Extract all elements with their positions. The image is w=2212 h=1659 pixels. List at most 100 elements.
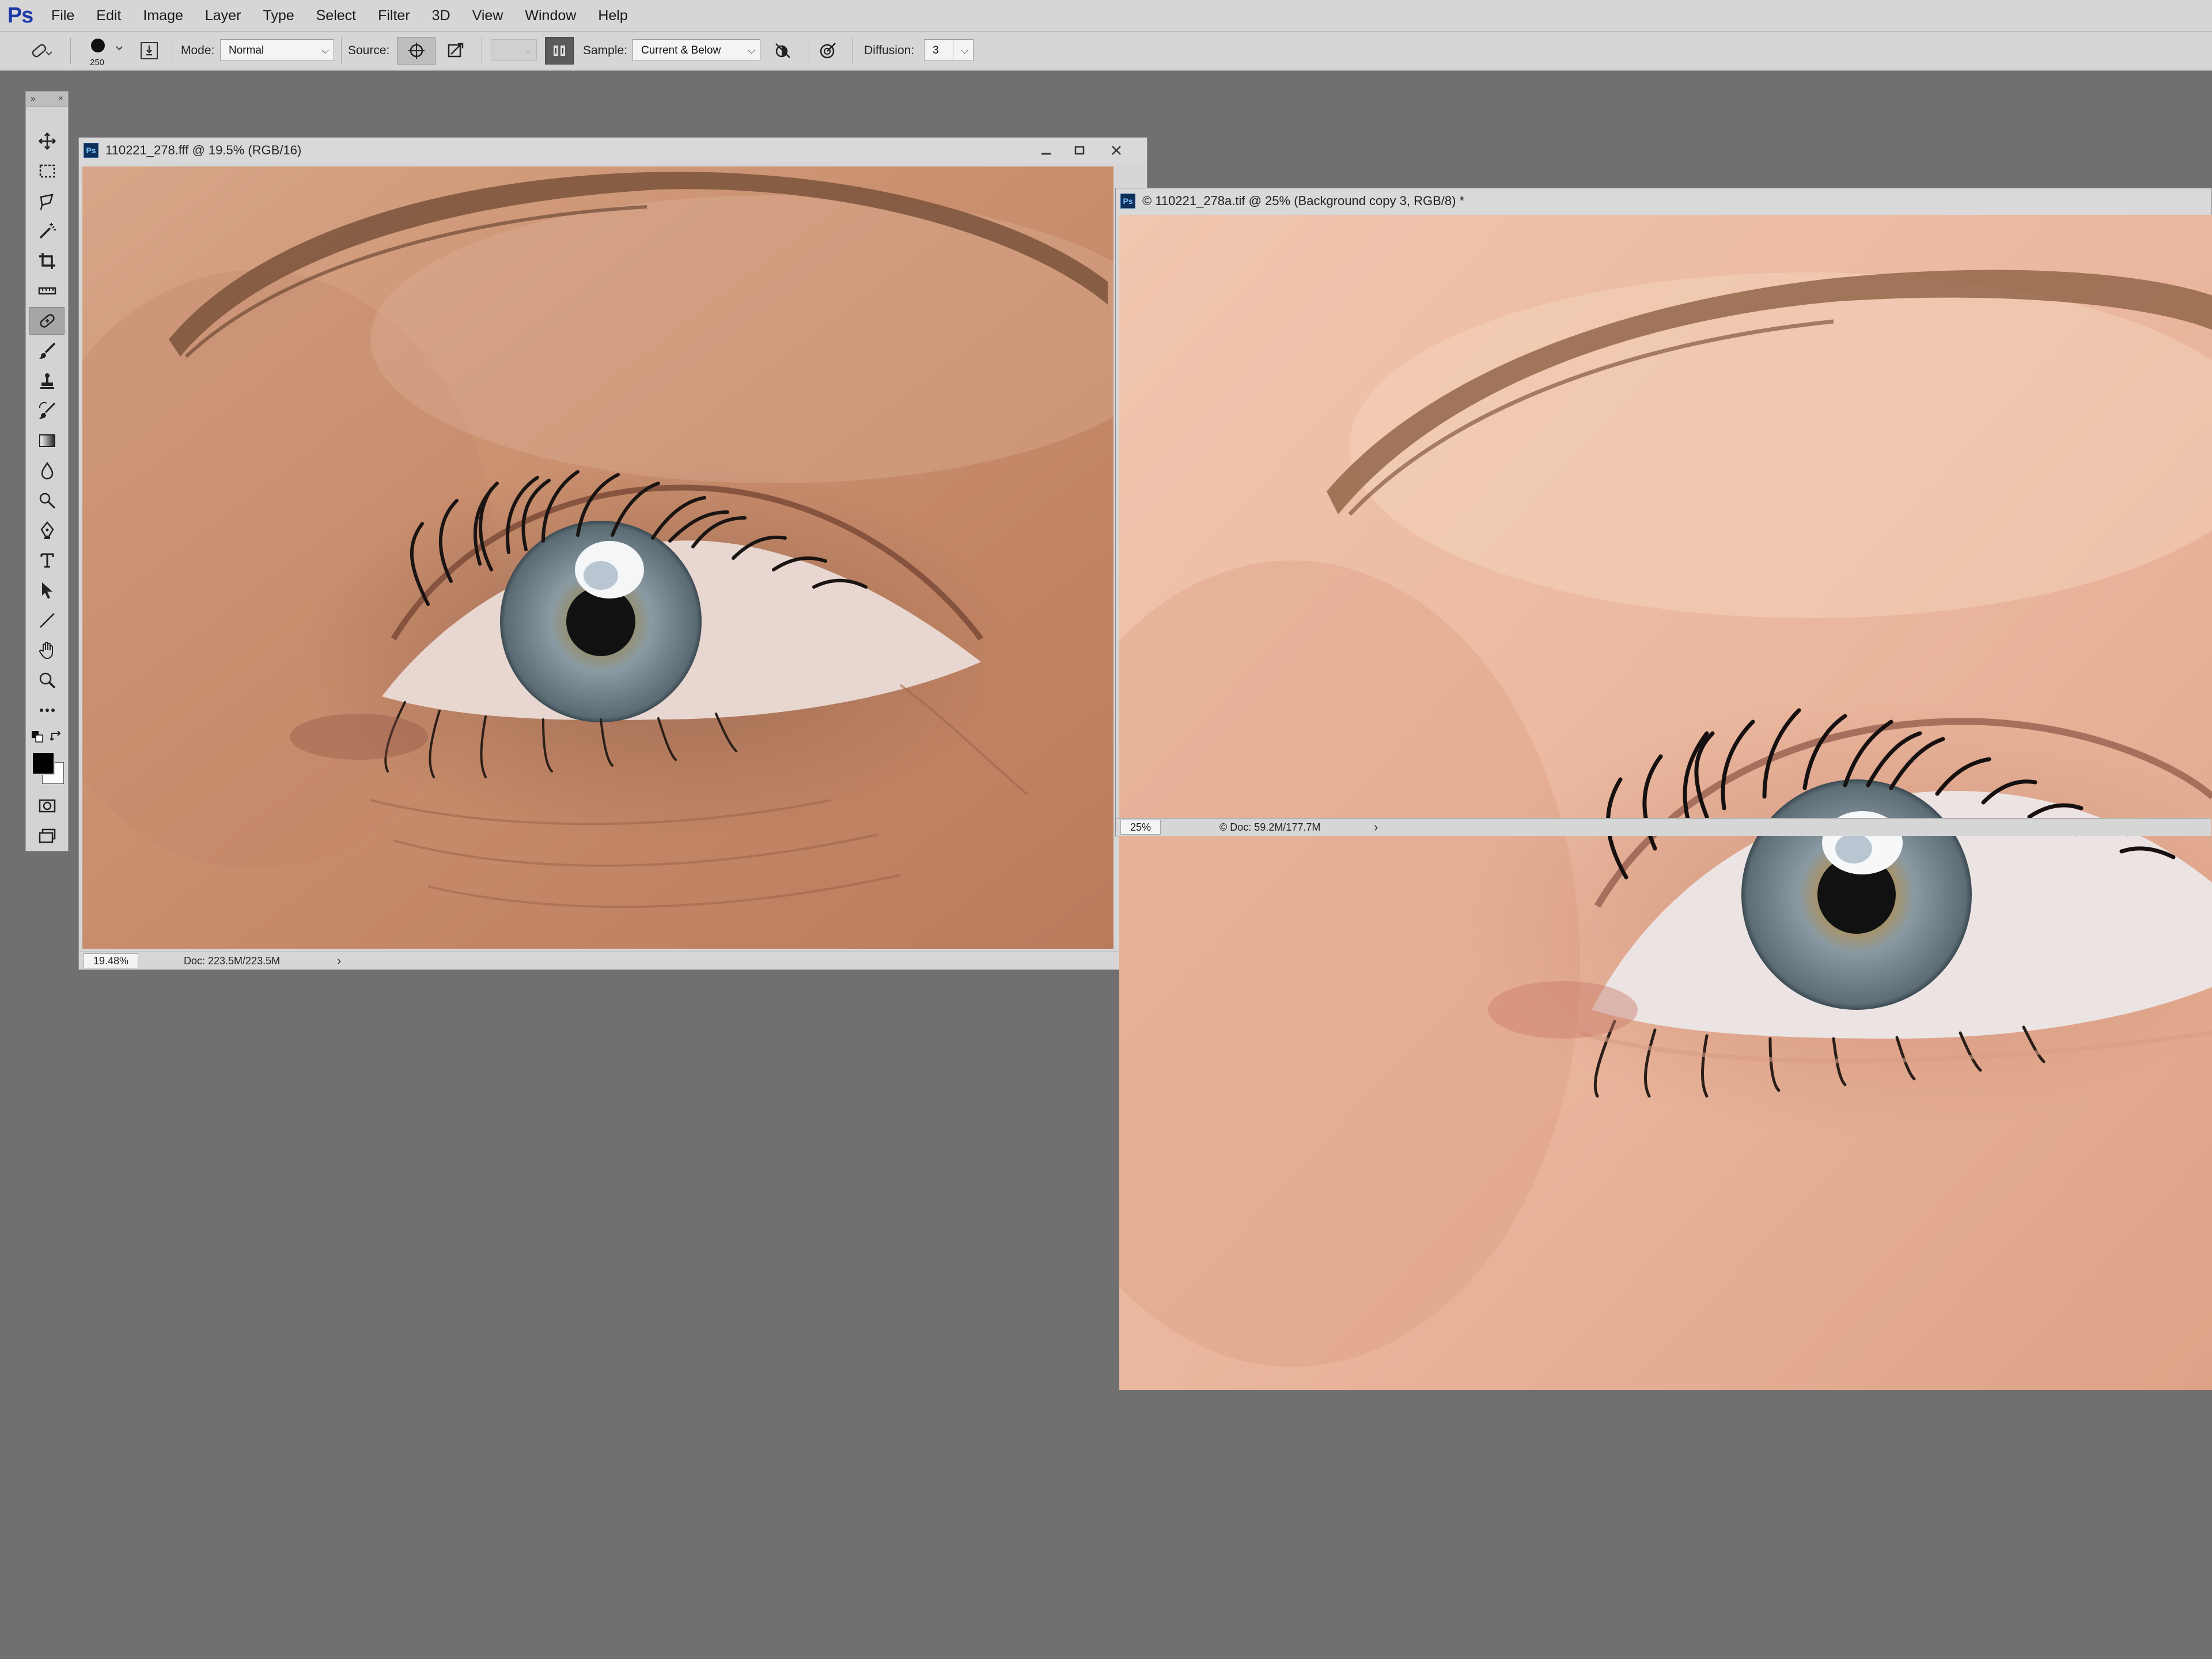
- line-icon: [39, 613, 55, 628]
- pattern-dropdown[interactable]: ⌵: [491, 39, 537, 61]
- close-icon: [1112, 146, 1121, 155]
- tool-path-selection[interactable]: [29, 577, 65, 604]
- document-1-canvas[interactable]: [82, 166, 1113, 949]
- document-2-statusbar: 25% © Doc: 59.2M/177.7M ›: [1116, 818, 2211, 836]
- menu-type[interactable]: Type: [252, 0, 305, 31]
- mode-value: Normal: [229, 44, 264, 56]
- mode-dropdown[interactable]: Normal ⌵: [220, 39, 334, 61]
- eye-photo-after: [1119, 215, 2212, 1390]
- menu-image[interactable]: Image: [132, 0, 194, 31]
- pattern-icon: [448, 43, 464, 58]
- diffusion-label: Diffusion:: [864, 44, 915, 57]
- status-menu-arrow-icon[interactable]: ›: [1374, 819, 1378, 836]
- menu-view[interactable]: View: [461, 0, 514, 31]
- healing-brush-icon: [39, 314, 55, 328]
- menu-3d[interactable]: 3D: [421, 0, 461, 31]
- tool-hand[interactable]: [29, 637, 65, 664]
- brush-picker[interactable]: 250: [79, 37, 128, 67]
- tools-panel: » ×: [25, 91, 69, 851]
- menu-layer[interactable]: Layer: [194, 0, 252, 31]
- ignore-adjustments-icon: [775, 43, 790, 58]
- tool-history-brush[interactable]: [29, 397, 65, 425]
- document-2-title: © 110221_278a.tif @ 25% (Background copy…: [1142, 194, 1465, 208]
- foreground-color-swatch[interactable]: [32, 752, 55, 775]
- status-menu-arrow-icon[interactable]: ›: [337, 952, 341, 969]
- tool-lasso[interactable]: [29, 187, 65, 215]
- aligned-toggle[interactable]: [545, 37, 574, 65]
- tool-preset-picker[interactable]: [17, 37, 63, 65]
- close-icon[interactable]: ×: [58, 94, 63, 104]
- tool-move[interactable]: [29, 127, 65, 155]
- sample-dropdown[interactable]: Current & Below ⌵: [632, 39, 760, 61]
- tool-ruler[interactable]: [29, 277, 65, 305]
- maximize-button[interactable]: [1063, 141, 1096, 160]
- default-colors-button[interactable]: [31, 730, 44, 744]
- tool-clone-stamp[interactable]: [29, 367, 65, 395]
- minimize-button[interactable]: [1029, 141, 1063, 160]
- screen-mode-button[interactable]: [29, 822, 65, 850]
- tools-panel-header[interactable]: » ×: [26, 92, 68, 107]
- diffusion-value: 3: [933, 44, 939, 56]
- tool-marquee[interactable]: [29, 157, 65, 185]
- tool-dodge[interactable]: [29, 487, 65, 514]
- swap-colors-button[interactable]: [49, 729, 64, 744]
- document-window-1[interactable]: Ps 110221_278.fff @ 19.5% (RGB/16) 19.48…: [78, 137, 1147, 970]
- menu-help[interactable]: Help: [587, 0, 638, 31]
- tool-more[interactable]: [29, 696, 65, 724]
- document-2-titlebar[interactable]: Ps © 110221_278a.tif @ 25% (Background c…: [1116, 188, 2211, 214]
- document-2-canvas[interactable]: [1119, 215, 2212, 1390]
- healing-brush-preset-icon: [32, 44, 52, 58]
- diffusion-dropdown[interactable]: ⌵: [953, 39, 974, 61]
- tool-magic-wand[interactable]: [29, 217, 65, 245]
- tool-line[interactable]: [29, 607, 65, 634]
- quick-mask-icon: [39, 799, 55, 813]
- tool-spot-healing-brush[interactable]: [29, 307, 65, 335]
- chevron-down-icon: ⌵: [748, 45, 755, 56]
- brush-settings-button[interactable]: [135, 37, 164, 65]
- aligned-icon: [554, 46, 565, 56]
- menu-filter[interactable]: Filter: [367, 0, 421, 31]
- dodge-icon: [39, 493, 55, 509]
- target-icon: [408, 43, 425, 59]
- tool-zoom[interactable]: [29, 666, 65, 694]
- document-window-2[interactable]: Ps © 110221_278a.tif @ 25% (Background c…: [1115, 188, 2212, 1390]
- menu-select[interactable]: Select: [305, 0, 367, 31]
- swap-colors-icon: [50, 730, 61, 741]
- source-sampled-button[interactable]: [397, 37, 435, 65]
- collapse-icon[interactable]: »: [31, 94, 36, 104]
- sample-value: Current & Below: [641, 44, 721, 56]
- path-selection-icon: [41, 582, 52, 599]
- tool-type[interactable]: [29, 547, 65, 574]
- source-label: Source:: [348, 44, 390, 57]
- tool-brush[interactable]: [29, 337, 65, 365]
- photoshop-logo[interactable]: Ps: [0, 0, 40, 31]
- minimize-icon: [1041, 153, 1051, 155]
- ignore-adjustment-layers-button[interactable]: [768, 37, 797, 65]
- magic-wand-icon: [39, 223, 56, 239]
- source-pattern-button[interactable]: [437, 37, 475, 65]
- history-brush-icon: [39, 402, 55, 419]
- menu-window[interactable]: Window: [514, 0, 587, 31]
- zoom-field[interactable]: 19.48%: [84, 953, 139, 968]
- close-button[interactable]: [1100, 141, 1133, 160]
- tool-blur[interactable]: [29, 457, 65, 484]
- quick-mask-button[interactable]: [29, 792, 65, 820]
- chevron-down-icon: ⌵: [321, 45, 329, 56]
- screen-mode-icon: [39, 828, 55, 843]
- maximize-icon: [1074, 146, 1085, 155]
- mode-label: Mode:: [181, 44, 215, 57]
- tool-crop[interactable]: [29, 247, 65, 275]
- zoom-field[interactable]: 25%: [1120, 820, 1161, 835]
- tool-pen[interactable]: [29, 517, 65, 544]
- pressure-size-button[interactable]: [813, 37, 842, 65]
- hand-icon: [39, 642, 53, 660]
- document-1-titlebar[interactable]: Ps 110221_278.fff @ 19.5% (RGB/16): [79, 138, 1147, 163]
- tool-gradient[interactable]: [29, 427, 65, 454]
- document-size-info: © Doc: 59.2M/177.7M: [1219, 821, 1321, 833]
- menu-file[interactable]: File: [40, 0, 85, 31]
- pressure-icon: [820, 43, 836, 59]
- chevron-down-icon: ⌵: [524, 45, 532, 56]
- marquee-icon: [39, 164, 55, 178]
- menu-edit[interactable]: Edit: [85, 0, 132, 31]
- sample-label: Sample:: [583, 44, 628, 57]
